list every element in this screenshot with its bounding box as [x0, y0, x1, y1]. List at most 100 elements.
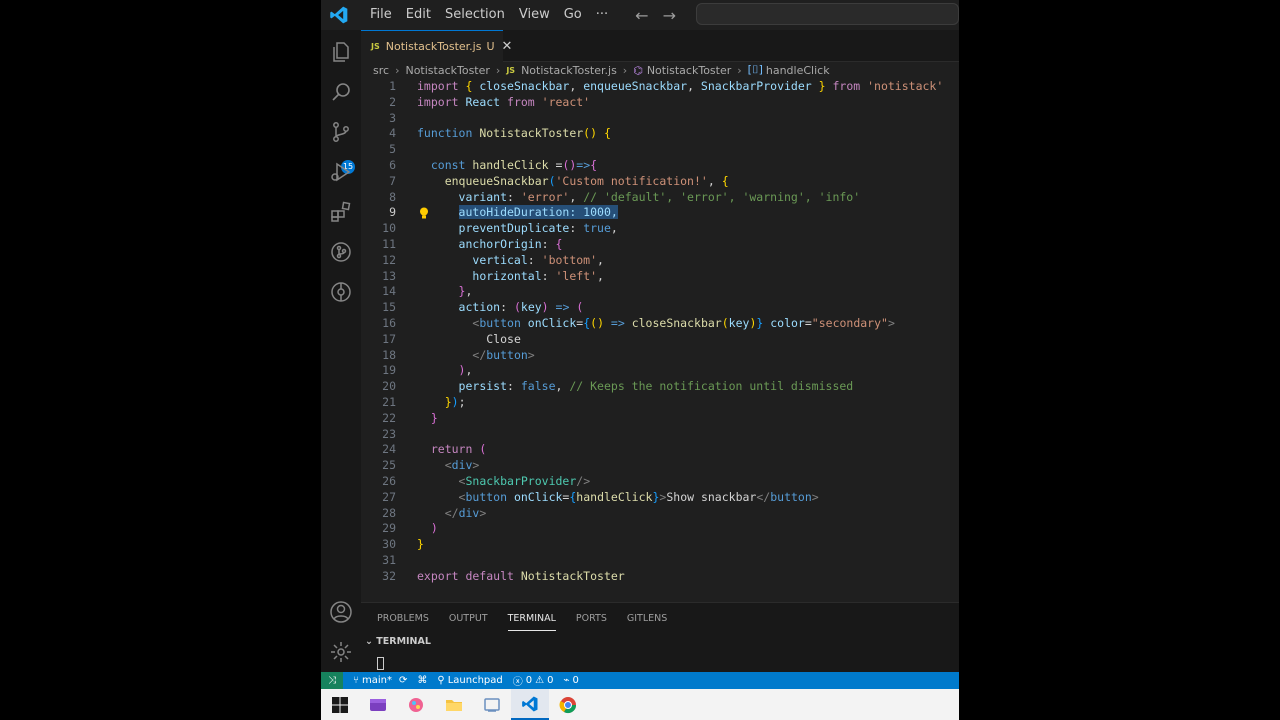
code-line[interactable]: 22 }: [361, 410, 959, 426]
sync-icon[interactable]: ⟳: [399, 675, 407, 686]
code-line[interactable]: 3: [361, 110, 959, 126]
line-number: 7: [389, 173, 396, 188]
breadcrumb-item[interactable]: handleClick: [766, 64, 830, 77]
account-icon[interactable]: [329, 600, 353, 624]
code-line[interactable]: 12 vertical: 'bottom',: [361, 252, 959, 268]
git-graph-status-icon[interactable]: ⌘: [417, 675, 427, 686]
code-token: ): [430, 521, 438, 536]
code-line[interactable]: 30}: [361, 536, 959, 552]
code-token: div: [451, 458, 473, 473]
back-arrow-icon[interactable]: ←: [635, 6, 648, 25]
menu-file[interactable]: File: [363, 0, 399, 30]
file-explorer-icon[interactable]: [435, 689, 473, 720]
snipping-tool-icon[interactable]: [473, 689, 511, 720]
code-line[interactable]: 2 import React from 'react': [361, 94, 959, 110]
tab-problems[interactable]: PROBLEMS: [377, 611, 429, 631]
code-line[interactable]: 9 autoHideDuration: 1000,: [361, 204, 959, 220]
code-token: ,: [555, 379, 570, 394]
ports-status[interactable]: ⌁ 0: [563, 675, 578, 686]
menu-more[interactable]: ···: [589, 0, 615, 30]
menu-view[interactable]: View: [512, 0, 557, 30]
code-line[interactable]: 15 action: (key) => (: [361, 299, 959, 315]
code-line[interactable]: 25 <div>: [361, 457, 959, 473]
code-line[interactable]: 27 <button onClick={handleClick}>Show sn…: [361, 489, 959, 505]
tab-notistacktoster[interactable]: JS NotistackToster.js U ✕: [361, 30, 512, 62]
code-token: enqueueSnackbar: [583, 79, 688, 93]
code-token: 'react': [541, 94, 591, 109]
menu-go[interactable]: Go: [557, 0, 589, 30]
variable-symbol-icon: [⌷]: [747, 63, 763, 76]
error-icon: ⓧ: [512, 677, 523, 688]
code-line[interactable]: 26 <SnackbarProvider/>: [361, 473, 959, 489]
problems-status[interactable]: ⓧ 0 ⚠ 0: [513, 673, 554, 688]
vscode-logo-icon[interactable]: [329, 5, 349, 25]
code-line[interactable]: 1 import { closeSnackbar, enqueueSnackbar…: [361, 78, 959, 94]
breadcrumb-item[interactable]: NotistackToster: [405, 64, 489, 77]
breadcrumb-item[interactable]: src: [373, 64, 389, 77]
code-editor[interactable]: 1 import { closeSnackbar, enqueueSnackbar…: [361, 78, 959, 602]
code-text: vertical: 'bottom',: [417, 252, 604, 268]
terminal-cursor[interactable]: [377, 657, 384, 670]
code-line[interactable]: 13 horizontal: 'left',: [361, 268, 959, 284]
code-line[interactable]: 32 export default NotistackToster: [361, 568, 959, 584]
search-icon[interactable]: [329, 80, 353, 104]
tab-gitlens[interactable]: GITLENS: [627, 611, 667, 631]
code-line[interactable]: 29 ): [361, 520, 959, 536]
line-number: 29: [382, 521, 396, 536]
code-line[interactable]: 21 });: [361, 394, 959, 410]
remote-explorer-icon[interactable]: [329, 280, 353, 304]
code-line[interactable]: 31: [361, 552, 959, 568]
launchpad-status[interactable]: ⚲ Launchpad: [437, 675, 502, 686]
code-line[interactable]: 16 <button onClick={() => closeSnackbar(…: [361, 315, 959, 331]
terminal-section-header[interactable]: ⌄ TERMINAL: [365, 636, 431, 647]
code-line[interactable]: 11 anchorOrigin: {: [361, 236, 959, 252]
tab-output[interactable]: OUTPUT: [449, 611, 488, 631]
code-line[interactable]: 7 enqueueSnackbar('Custom notification!'…: [361, 173, 959, 189]
line-number: 26: [382, 474, 396, 488]
code-line[interactable]: 8 variant: 'error', // 'default', 'error…: [361, 189, 959, 205]
code-token: true: [583, 221, 611, 236]
line-number: 8: [389, 189, 396, 204]
close-icon[interactable]: ✕: [502, 39, 513, 54]
explorer-icon[interactable]: [329, 40, 353, 64]
branch-status[interactable]: ⑂ main* ⟳: [353, 675, 407, 686]
paint-app-icon[interactable]: [397, 689, 435, 720]
code-line[interactable]: 4 function NotistackToster() {: [361, 125, 959, 141]
command-center-search[interactable]: [696, 3, 959, 25]
code-line[interactable]: 14 },: [361, 283, 959, 299]
tab-ports[interactable]: PORTS: [576, 611, 607, 631]
vscode-taskbar-icon[interactable]: [511, 689, 549, 720]
code-token: />: [576, 474, 591, 488]
code-line[interactable]: 19 ),: [361, 362, 959, 378]
code-token: ,: [597, 252, 604, 267]
code-line[interactable]: 20 persist: false, // Keeps the notifica…: [361, 378, 959, 394]
app-icon-purple[interactable]: [359, 689, 397, 720]
code-line[interactable]: 18 </button>: [361, 347, 959, 363]
remote-indicator-icon[interactable]: ⤨: [321, 672, 343, 689]
chrome-icon[interactable]: [549, 689, 587, 720]
run-debug-icon[interactable]: [329, 160, 353, 184]
extensions-icon[interactable]: [329, 200, 353, 224]
code-line[interactable]: 28 </div>: [361, 505, 959, 521]
code-line[interactable]: 10 preventDuplicate: true,: [361, 220, 959, 236]
git-graph-icon[interactable]: [329, 240, 353, 264]
error-count: 0: [525, 675, 533, 686]
code-token: :: [507, 379, 521, 394]
code-token: :: [527, 252, 542, 267]
code-line[interactable]: 6 const handleClick =()=>{: [361, 157, 959, 173]
breadcrumb-item[interactable]: NotistackToster.js: [521, 64, 617, 77]
tab-terminal[interactable]: TERMINAL: [507, 611, 556, 631]
windows-start-icon[interactable]: [321, 689, 359, 720]
breadcrumb-item[interactable]: NotistackToster: [647, 64, 731, 77]
settings-gear-icon[interactable]: [329, 640, 353, 664]
menu-selection[interactable]: Selection: [438, 0, 512, 30]
code-line[interactable]: 5: [361, 141, 959, 157]
source-control-icon[interactable]: [329, 120, 353, 144]
code-token: <: [444, 458, 452, 473]
code-line[interactable]: 23: [361, 426, 959, 442]
code-line[interactable]: 24 return (: [361, 441, 959, 457]
menu-edit[interactable]: Edit: [399, 0, 438, 30]
code-line[interactable]: 17 Close: [361, 331, 959, 347]
forward-arrow-icon[interactable]: →: [663, 6, 676, 25]
